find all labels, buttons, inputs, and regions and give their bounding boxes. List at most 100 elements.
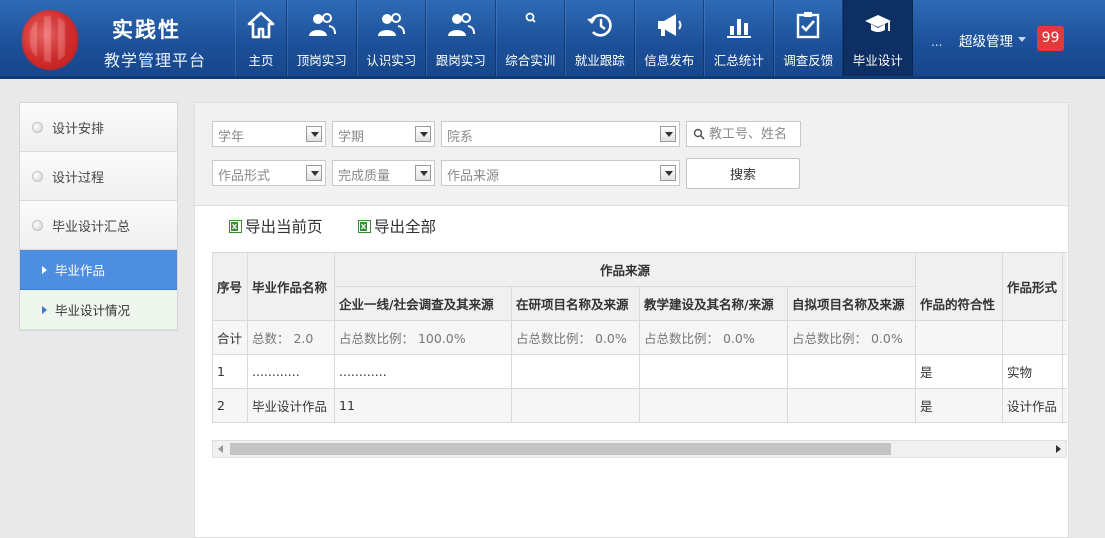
table-row[interactable]: 1 ............ ............ 是 实物 bbox=[212, 354, 1067, 389]
top-header: 实践性 教学管理平台 主页 顶岗实习 认识实习 跟岗实习 综合实训 就业跟踪 信… bbox=[0, 0, 1105, 79]
bullet-icon bbox=[32, 170, 43, 182]
table-cell: ............ bbox=[334, 354, 512, 389]
col-header-src-research: 在研项目名称及来源 bbox=[511, 286, 640, 321]
col-header-source-group: 作品来源 bbox=[333, 252, 917, 287]
users-icon bbox=[305, 10, 339, 40]
table-cell bbox=[1062, 388, 1067, 423]
search-input[interactable] bbox=[709, 125, 799, 143]
year-select[interactable]: 学年 bbox=[212, 121, 326, 147]
source-select[interactable]: 作品来源 bbox=[441, 160, 680, 186]
table-cell: 总数： 2.0 bbox=[247, 320, 335, 355]
nav-info-release[interactable]: 信息发布 bbox=[634, 0, 704, 76]
export-current-page-button[interactable]: 导出当前页 bbox=[229, 215, 323, 237]
table-cell bbox=[1062, 320, 1067, 355]
table-cell: 占总数比例： 0.0% bbox=[786, 320, 917, 355]
search-icon bbox=[513, 10, 547, 40]
horizontal-scrollbar[interactable] bbox=[212, 440, 1067, 458]
home-icon bbox=[244, 10, 278, 40]
col-header-conform-spacer bbox=[915, 252, 1004, 287]
more-dots[interactable]: ... bbox=[931, 35, 942, 49]
sidebar-item-design-summary[interactable]: 毕业设计汇总 bbox=[20, 201, 177, 250]
chevron-down-icon[interactable] bbox=[1018, 37, 1026, 42]
user-menu[interactable]: 超级管理 bbox=[959, 30, 1013, 50]
dropdown-arrow-icon[interactable] bbox=[415, 126, 431, 142]
dropdown-arrow-icon[interactable] bbox=[306, 126, 322, 142]
table-cell: ............ bbox=[247, 354, 335, 389]
table-cell: 实物 bbox=[1002, 354, 1064, 389]
bullet-icon bbox=[32, 219, 43, 231]
form-select[interactable]: 作品形式 bbox=[212, 160, 326, 186]
col-header-src-enterprise: 企业一线/社会调查及其来源 bbox=[334, 286, 512, 321]
megaphone-icon bbox=[652, 10, 686, 40]
col-header-conform: 作品的符合性 bbox=[915, 286, 1004, 321]
table-cell bbox=[639, 388, 788, 423]
table-cell bbox=[786, 354, 917, 389]
table-cell bbox=[1062, 354, 1067, 389]
filter-area: 学年 学期 院系 作品形式 完成质量 作品来源 搜索 bbox=[195, 103, 1068, 206]
users-icon bbox=[444, 10, 478, 40]
scrollbar-thumb[interactable] bbox=[230, 443, 891, 455]
brand-title: 实践性 bbox=[112, 18, 181, 42]
graduation-cap-icon bbox=[861, 10, 895, 40]
table-cell bbox=[511, 354, 640, 389]
scroll-left-icon[interactable] bbox=[218, 445, 223, 453]
nav-cognition-internship[interactable]: 认识实习 bbox=[356, 0, 426, 76]
dropdown-arrow-icon[interactable] bbox=[660, 126, 676, 142]
dropdown-arrow-icon[interactable] bbox=[660, 165, 676, 181]
excel-icon bbox=[358, 219, 371, 233]
table-cell: 占总数比例： 0.0% bbox=[511, 320, 640, 355]
table-cell: 占总数比例： 0.0% bbox=[639, 320, 788, 355]
nav-home[interactable]: 主页 bbox=[235, 0, 287, 76]
table-cell: 是 bbox=[915, 354, 1004, 389]
users-icon bbox=[374, 10, 408, 40]
table-row[interactable]: 2 毕业设计作品 11 是 设计作品 bbox=[212, 388, 1067, 423]
table-cell: 是 bbox=[915, 388, 1004, 423]
dropdown-arrow-icon[interactable] bbox=[306, 165, 322, 181]
table-cell bbox=[511, 388, 640, 423]
table-cell: 设计作品 bbox=[1002, 388, 1064, 423]
sidebar-subitem-graduation-works[interactable]: 毕业作品 bbox=[20, 250, 177, 290]
col-header-seq: 序号 bbox=[212, 252, 248, 321]
nav-survey-feedback[interactable]: 调查反馈 bbox=[773, 0, 843, 76]
nav-comprehensive-training[interactable]: 综合实训 bbox=[495, 0, 565, 76]
clipboard-check-icon bbox=[791, 10, 825, 40]
nav-graduation-design[interactable]: 毕业设计 bbox=[843, 0, 913, 76]
caret-right-icon bbox=[42, 265, 47, 274]
history-icon bbox=[583, 10, 617, 40]
department-select[interactable]: 院系 bbox=[441, 121, 680, 147]
header-divider bbox=[0, 76, 1105, 79]
nav-summary-statistics[interactable]: 汇总统计 bbox=[704, 0, 774, 76]
table-cell bbox=[639, 354, 788, 389]
nav-employment-tracking[interactable]: 就业跟踪 bbox=[565, 0, 635, 76]
nav-top-internship[interactable]: 顶岗实习 bbox=[287, 0, 357, 76]
table-cell: 毕业设计作品 bbox=[247, 388, 335, 423]
bullet-icon bbox=[32, 121, 43, 133]
works-table: 序号 毕业作品名称 作品来源 作品形式 完 企业一线/社会调查及其来源 在研项目… bbox=[212, 252, 1067, 423]
search-field[interactable] bbox=[686, 121, 801, 147]
term-select[interactable]: 学期 bbox=[332, 121, 435, 147]
scroll-right-icon[interactable] bbox=[1056, 445, 1061, 453]
table-cell: 2 bbox=[212, 388, 248, 423]
caret-right-icon bbox=[42, 305, 47, 314]
logo bbox=[22, 10, 78, 70]
sidebar-item-design-arrangement[interactable]: 设计安排 bbox=[20, 103, 177, 152]
export-all-button[interactable]: 导出全部 bbox=[358, 215, 436, 237]
brand-subtitle: 教学管理平台 bbox=[104, 51, 207, 70]
table-cell: 占总数比例： 100.0% bbox=[334, 320, 512, 355]
table-cell bbox=[1002, 320, 1064, 355]
table-cell: 合计 bbox=[212, 320, 248, 355]
search-icon bbox=[693, 128, 705, 140]
search-button[interactable]: 搜索 bbox=[686, 158, 800, 189]
col-header-src-teaching: 教学建设及其名称/来源 bbox=[639, 286, 788, 321]
col-header-src-self: 自拟项目名称及来源 bbox=[786, 286, 917, 321]
dropdown-arrow-icon[interactable] bbox=[415, 165, 431, 181]
nav-follow-internship[interactable]: 跟岗实习 bbox=[426, 0, 496, 76]
col-header-name: 毕业作品名称 bbox=[247, 252, 335, 321]
main-panel: 学年 学期 院系 作品形式 完成质量 作品来源 搜索 导 bbox=[194, 102, 1069, 538]
sidebar-subitem-design-status[interactable]: 毕业设计情况 bbox=[20, 290, 177, 330]
table-cell bbox=[915, 320, 1004, 355]
sidebar: 设计安排 设计过程 毕业设计汇总 毕业作品 毕业设计情况 bbox=[19, 102, 178, 331]
sidebar-item-design-process[interactable]: 设计过程 bbox=[20, 152, 177, 201]
notification-badge[interactable]: 99 bbox=[1037, 26, 1064, 51]
quality-select[interactable]: 完成质量 bbox=[332, 160, 435, 186]
